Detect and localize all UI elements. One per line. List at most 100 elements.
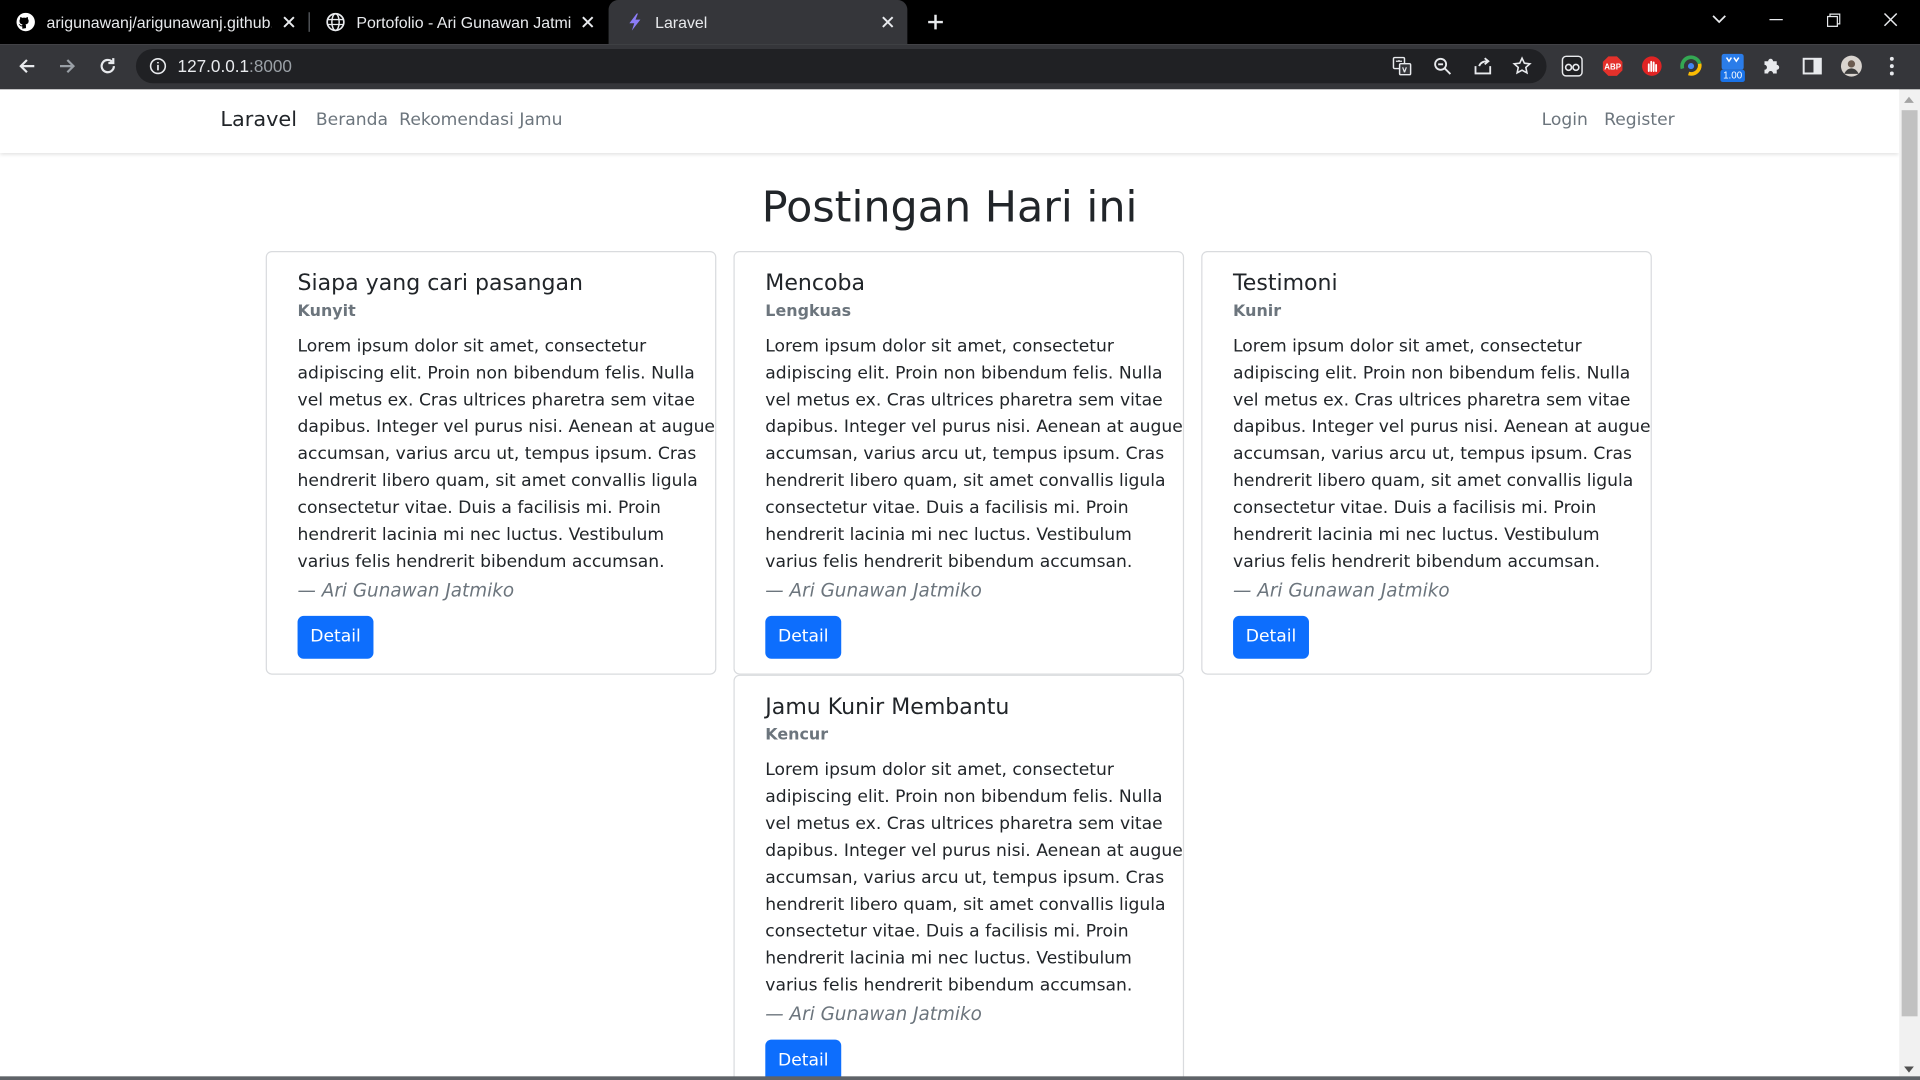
restore-button[interactable] bbox=[1805, 0, 1861, 39]
share-icon[interactable] bbox=[1473, 56, 1493, 76]
scroll-down-arrow-icon[interactable] bbox=[1904, 1066, 1914, 1073]
post-body-line: hendrerit lacinia mi nec luctus. Vestibu… bbox=[297, 525, 665, 545]
info-icon[interactable] bbox=[149, 57, 167, 75]
bookmark-star-icon[interactable] bbox=[1512, 56, 1532, 76]
post-title: Siapa yang cari pasangan bbox=[297, 270, 583, 297]
post-body: Lorem ipsum dolor sit amet, consectetur … bbox=[765, 757, 1182, 999]
laravel-icon bbox=[629, 13, 641, 31]
nav-link-rekomendasi-jamu[interactable]: Rekomendasi Jamu bbox=[399, 110, 562, 130]
extension-badge-icon[interactable]: 1.00 bbox=[1719, 53, 1746, 83]
post-body-line: Lorem ipsum dolor sit amet, consectetur bbox=[765, 760, 1114, 781]
minimize-icon bbox=[1768, 18, 1783, 21]
post-body-line: adipiscing elit. Proin non bibendum feli… bbox=[297, 363, 695, 384]
profile-avatar-icon[interactable] bbox=[1840, 55, 1862, 77]
plus-icon bbox=[928, 14, 943, 30]
detail-button[interactable]: Detail bbox=[765, 1039, 842, 1080]
tab-title: arigunawanj/arigunawanj.github. bbox=[46, 12, 272, 32]
post-body: Lorem ipsum dolor sit amet, consectetur … bbox=[1233, 333, 1651, 575]
post-body-line: Lorem ipsum dolor sit amet, consectetur bbox=[1233, 336, 1582, 357]
post-body-line: consectetur vitae. Duis a facilisis mi. … bbox=[297, 498, 661, 518]
post-body-line: varius felis hendrerit bibendum accumsan… bbox=[297, 552, 665, 572]
arrow-left-icon bbox=[19, 59, 35, 74]
github-icon bbox=[16, 12, 35, 32]
scroll-up-arrow-icon[interactable] bbox=[1904, 96, 1914, 103]
tab-github[interactable]: arigunawanj/arigunawanj.github. bbox=[0, 0, 309, 44]
post-body-line: adipiscing elit. Proin non bibendum feli… bbox=[765, 787, 1163, 807]
post-card: Mencoba Lengkuas Lorem ipsum dolor sit a… bbox=[733, 251, 1185, 675]
page-scrollbar[interactable] bbox=[1899, 89, 1920, 1080]
close-tab-icon[interactable] bbox=[878, 12, 898, 32]
puzzle-icon[interactable] bbox=[1761, 55, 1783, 77]
post-card: Siapa yang cari pasangan Kunyit Lorem ip… bbox=[265, 251, 717, 675]
post-body-line: consectetur vitae. Duis a facilisis mi. … bbox=[765, 498, 1129, 518]
tab-title: Laravel bbox=[655, 12, 708, 32]
reload-button[interactable] bbox=[91, 49, 125, 83]
tab-title: Portofolio - Ari Gunawan Jatmiko bbox=[356, 12, 571, 32]
post-body-line: accumsan, varius arcu ut, tempus ipsum. … bbox=[297, 444, 697, 465]
extension-glasses-icon[interactable] bbox=[1561, 55, 1583, 77]
site-navbar: Laravel Beranda Rekomendasi Jamu Login R… bbox=[0, 89, 1900, 154]
forward-button[interactable] bbox=[50, 49, 84, 83]
url-host: 127.0.0.1 bbox=[177, 56, 250, 76]
minimize-button[interactable] bbox=[1747, 0, 1803, 39]
post-body-line: hendrerit lacinia mi nec luctus. Vestibu… bbox=[1233, 525, 1600, 545]
post-body-line: vel metus ex. Cras ultrices pharetra sem… bbox=[765, 814, 1163, 834]
post-title: Jamu Kunir Membantu bbox=[765, 694, 1010, 721]
post-subtitle: Kunir bbox=[1233, 302, 1282, 321]
new-tab-button[interactable] bbox=[921, 7, 950, 36]
tab-laravel[interactable]: Laravel bbox=[608, 0, 908, 45]
url-port: :8000 bbox=[249, 56, 292, 76]
back-button[interactable] bbox=[10, 49, 44, 83]
detail-button[interactable]: Detail bbox=[297, 615, 374, 659]
post-body-line: dapibus. Integer vel purus nisi. Aenean … bbox=[297, 417, 715, 438]
browser-toolbar: 127.0.0.1:8000 ABP 1.00 bbox=[0, 44, 1920, 90]
post-body-line: varius felis hendrerit bibendum accumsan… bbox=[765, 552, 1133, 572]
post-subtitle: Kunyit bbox=[297, 302, 356, 321]
page-viewport: Laravel Beranda Rekomendasi Jamu Login R… bbox=[0, 89, 1900, 1080]
adblock-plus-icon[interactable]: ABP bbox=[1602, 55, 1624, 77]
svg-text:ABP: ABP bbox=[1604, 63, 1621, 72]
page-title: Postingan Hari ini bbox=[761, 183, 1138, 233]
post-body-line: adipiscing elit. Proin non bibendum feli… bbox=[765, 363, 1163, 384]
post-body-line: accumsan, varius arcu ut, tempus ipsum. … bbox=[765, 444, 1165, 465]
nav-link-beranda[interactable]: Beranda bbox=[316, 110, 388, 130]
detail-button[interactable]: Detail bbox=[765, 615, 842, 659]
close-tab-icon[interactable] bbox=[279, 12, 299, 32]
reload-icon bbox=[100, 58, 115, 74]
address-bar[interactable]: 127.0.0.1:8000 bbox=[135, 48, 1547, 84]
url-text[interactable]: 127.0.0.1:8000 bbox=[178, 56, 292, 76]
arrow-right-icon bbox=[60, 59, 76, 74]
post-body-line: vel metus ex. Cras ultrices pharetra sem… bbox=[765, 390, 1163, 411]
chevron-down-icon bbox=[1712, 15, 1726, 24]
post-body-line: hendrerit libero quam, sit amet convalli… bbox=[765, 471, 1166, 492]
side-panel-icon[interactable] bbox=[1801, 55, 1823, 77]
post-body-line: dapibus. Integer vel purus nisi. Aenean … bbox=[1233, 417, 1651, 438]
post-author: — Ari Gunawan Jatmiko bbox=[765, 579, 982, 602]
menu-kebab-icon[interactable] bbox=[1881, 55, 1903, 77]
translate-icon[interactable] bbox=[1392, 56, 1412, 76]
navbar-brand[interactable]: Laravel bbox=[220, 108, 297, 132]
post-body-line: varius felis hendrerit bibendum accumsan… bbox=[1233, 552, 1601, 572]
post-author: — Ari Gunawan Jatmiko bbox=[297, 579, 515, 602]
post-body-line: consectetur vitae. Duis a facilisis mi. … bbox=[1233, 498, 1597, 518]
browser-tab-strip: arigunawanj/arigunawanj.github. Portofol… bbox=[0, 0, 1920, 45]
restore-icon bbox=[1826, 12, 1840, 27]
tab-search-button[interactable] bbox=[1691, 0, 1747, 39]
post-title: Testimoni bbox=[1233, 270, 1338, 297]
post-body-line: varius felis hendrerit bibendum accumsan… bbox=[765, 975, 1133, 996]
post-body-line: Lorem ipsum dolor sit amet, consectetur bbox=[765, 336, 1114, 357]
nav-link-register[interactable]: Register bbox=[1604, 110, 1675, 130]
post-author: — Ari Gunawan Jatmiko bbox=[1233, 579, 1450, 602]
colorful-extension-icon[interactable] bbox=[1680, 55, 1702, 77]
post-body-line: hendrerit lacinia mi nec luctus. Vestibu… bbox=[765, 948, 1132, 969]
close-tab-icon[interactable] bbox=[578, 12, 598, 32]
nav-link-login[interactable]: Login bbox=[1542, 110, 1588, 130]
zoom-icon[interactable] bbox=[1433, 56, 1453, 76]
post-card: Jamu Kunir Membantu Kencur Lorem ipsum d… bbox=[733, 674, 1185, 1080]
hand-extension-icon[interactable] bbox=[1641, 55, 1663, 77]
detail-button[interactable]: Detail bbox=[1233, 615, 1309, 659]
close-window-button[interactable] bbox=[1862, 0, 1918, 39]
tab-portfolio[interactable]: Portofolio - Ari Gunawan Jatmiko bbox=[310, 0, 608, 44]
scrollbar-thumb[interactable] bbox=[1901, 110, 1918, 1017]
post-body-line: dapibus. Integer vel purus nisi. Aenean … bbox=[765, 417, 1183, 438]
